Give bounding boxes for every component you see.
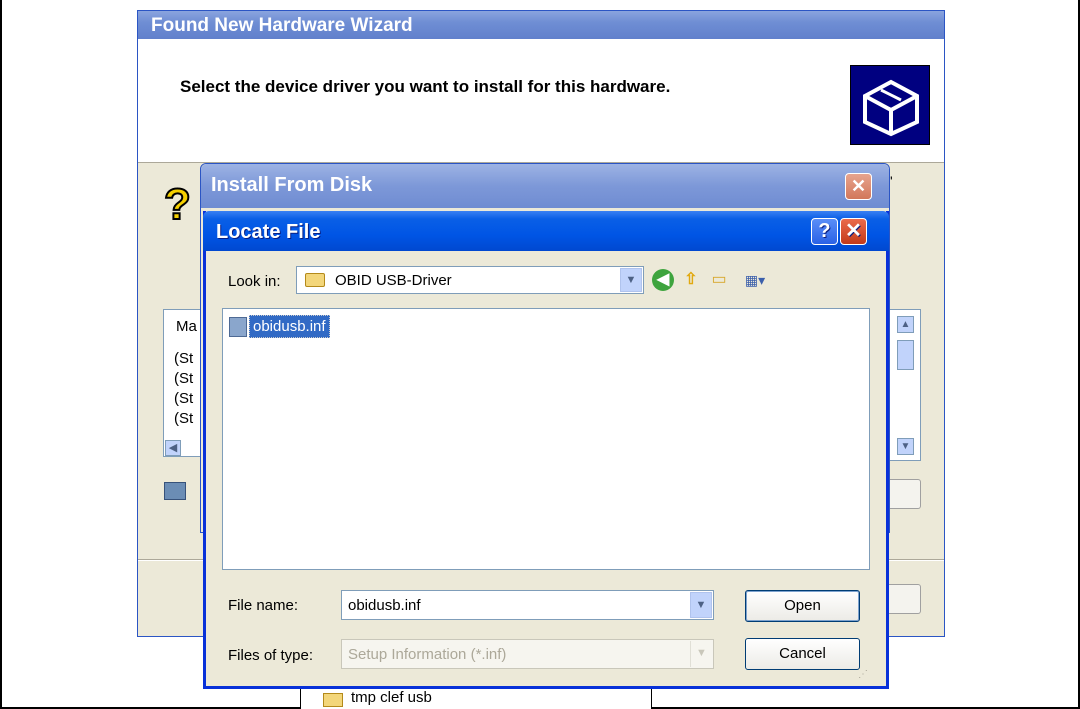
chevron-down-icon[interactable]: ▼	[620, 268, 642, 292]
wizard-heading: Select the device driver you want to ins…	[180, 77, 671, 96]
file-name-input[interactable]: obidusb.inf ▼	[341, 590, 714, 620]
install-from-disk-titlebar[interactable]: Install From Disk	[201, 164, 889, 208]
help-icon[interactable]: ?	[811, 218, 838, 245]
question-mark-icon: ?	[163, 180, 192, 229]
files-of-type-label: Files of type:	[228, 647, 314, 664]
background-folder-label[interactable]: tmp clef usb	[351, 689, 432, 706]
look-in-dropdown[interactable]: OBID USB-Driver ▼	[296, 266, 644, 294]
close-icon[interactable]: ✕	[840, 218, 867, 245]
wizard-list-scrollbar[interactable]: ▲ ▼	[888, 309, 921, 461]
driver-signed-icon	[164, 482, 186, 500]
look-in-value: OBID USB-Driver	[335, 272, 452, 289]
model-list-header[interactable]: Ma	[176, 318, 197, 335]
list-item[interactable]: (St	[174, 410, 193, 427]
scroll-up-arrow-icon[interactable]: ▲	[897, 316, 914, 333]
views-menu-icon[interactable]: ▦▾	[738, 269, 772, 291]
open-button[interactable]: Open	[745, 590, 860, 622]
background-folder-list: tmp clef usb	[300, 689, 652, 709]
new-folder-icon[interactable]: ▭	[708, 269, 730, 291]
list-item[interactable]: (St	[174, 350, 193, 367]
resize-grip-icon[interactable]: ⋰	[858, 669, 872, 683]
list-item[interactable]: (St	[174, 370, 193, 387]
cancel-button[interactable]: Cancel	[745, 638, 860, 670]
list-item[interactable]: (St	[174, 390, 193, 407]
chevron-down-icon[interactable]: ▼	[690, 641, 712, 667]
scroll-down-arrow-icon[interactable]: ▼	[897, 438, 914, 455]
files-of-type-value: Setup Information (*.inf)	[348, 646, 507, 663]
look-in-label: Look in:	[228, 273, 281, 290]
scroll-thumb[interactable]	[897, 340, 914, 370]
chevron-down-icon[interactable]: ▼	[690, 592, 712, 618]
files-of-type-select[interactable]: Setup Information (*.inf) ▼	[341, 639, 714, 669]
wizard-header: Select the device driver you want to ins…	[138, 39, 944, 163]
file-item-label: obidusb.inf	[249, 315, 330, 338]
setup-information-file-icon	[229, 317, 247, 337]
close-icon[interactable]: ✕	[845, 173, 872, 200]
locate-file-dialog: Locate File ? ✕ Look in: OBID USB-Driver…	[203, 211, 889, 689]
scroll-left-arrow-icon[interactable]: ◀	[165, 440, 181, 456]
wizard-titlebar[interactable]: Found New Hardware Wizard	[138, 11, 944, 39]
file-list[interactable]: obidusb.inf	[222, 308, 870, 570]
locate-file-titlebar[interactable]: Locate File ? ✕	[203, 211, 889, 251]
locate-file-title: Locate File	[216, 221, 321, 243]
have-disk-button-edge[interactable]	[886, 479, 921, 509]
file-name-value: obidusb.inf	[348, 597, 421, 614]
file-name-label: File name:	[228, 597, 299, 614]
wizard-edge-text: '	[890, 173, 893, 189]
hardware-install-icon	[850, 65, 930, 145]
folder-icon	[305, 273, 325, 287]
wizard-cancel-button-edge[interactable]	[886, 584, 921, 614]
up-one-level-icon[interactable]: ⇧	[680, 269, 702, 291]
folder-icon	[323, 693, 343, 707]
back-icon[interactable]: ◀	[652, 269, 674, 291]
